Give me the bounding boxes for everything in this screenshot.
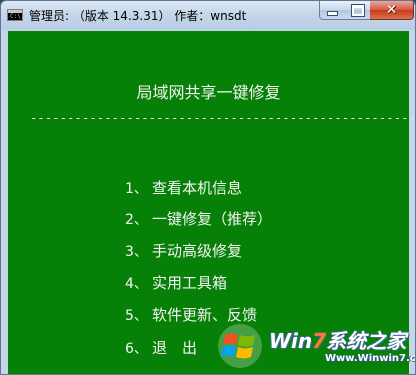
menu-item-view-info: 1、 查看本机信息 [125, 177, 242, 198]
console-window: C:\. 管理员: （版本 14.3.31） 作者：wnsdt ✕ 局域网共享一… [0, 0, 416, 375]
console-app-icon[interactable]: C:\. [7, 9, 25, 21]
maximize-button[interactable] [345, 1, 371, 20]
console-separator: ----------------------------------------… [30, 111, 416, 125]
menu-item-number: 3、 [125, 244, 148, 260]
watermark-brand-seven: 7 [312, 329, 327, 353]
watermark-url: Www.Winwin7.com [325, 353, 416, 364]
menu-item-number: 4、 [125, 276, 148, 292]
menu-item-number: 1、 [125, 181, 148, 197]
menu-item-label: 实用工具箱 [152, 274, 228, 292]
watermark-brand-suffix: 系统之家 [326, 329, 407, 353]
menu-item-one-click-repair: 2、 一键修复（推荐） [125, 208, 272, 229]
menu-item-toolbox: 4、 实用工具箱 [125, 272, 227, 293]
menu-item-number: 2、 [125, 212, 148, 228]
menu-item-number: 5、 [125, 308, 148, 324]
minimize-button[interactable] [319, 1, 346, 20]
menu-item-number: 6、 [125, 341, 148, 357]
windows-logo-icon [218, 324, 262, 368]
menu-item-label: 一键修复（推荐） [152, 210, 273, 228]
menu-item-label: 退 出 [152, 339, 198, 357]
minimize-icon [327, 10, 338, 16]
site-watermark: Win7系统之家 Www.Winwin7.com [207, 317, 416, 374]
menu-item-label: 手动高级修复 [152, 242, 243, 260]
menu-item-manual-repair: 3、 手动高级修复 [125, 240, 242, 261]
close-icon: ✕ [385, 2, 398, 18]
close-button[interactable]: ✕ [370, 1, 414, 20]
console-app-icon-text: C:\. [10, 13, 25, 20]
menu-item-exit: 6、退 出 [125, 337, 197, 358]
title-bar[interactable]: C:\. 管理员: （版本 14.3.31） 作者：wnsdt ✕ [1, 1, 415, 31]
menu-item-label: 查看本机信息 [152, 179, 243, 197]
watermark-brand-prefix: Win [269, 329, 313, 353]
window-title: 管理员: （版本 14.3.31） 作者：wnsdt [29, 9, 247, 23]
watermark-brand: Win7系统之家 [269, 325, 406, 354]
console-heading: 局域网共享一键修复 [136, 83, 281, 102]
maximize-icon [350, 3, 365, 17]
